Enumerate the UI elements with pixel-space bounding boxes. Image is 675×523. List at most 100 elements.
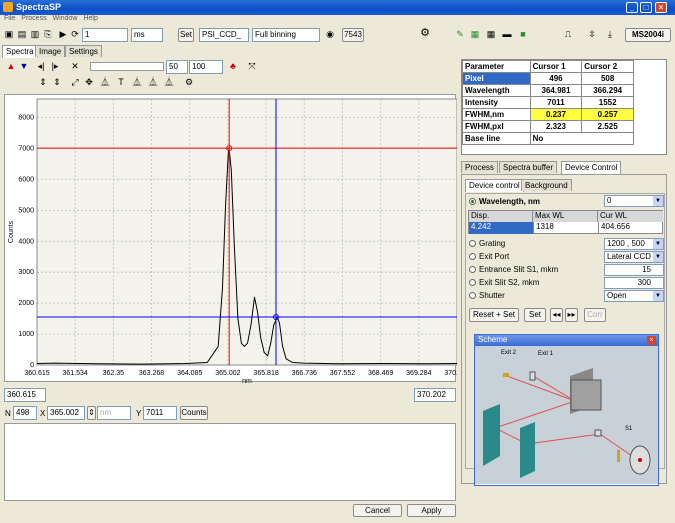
param-value[interactable]: 2.323: [529, 120, 583, 133]
exit-port-option[interactable]: Exit Port: [469, 252, 509, 261]
reset-set-button[interactable]: Reset + Set: [469, 308, 519, 322]
wavelength-option[interactable]: Wavelength, nm: [469, 197, 540, 206]
slider[interactable]: [90, 62, 164, 71]
grating-option[interactable]: Grating: [469, 239, 505, 248]
set-button[interactable]: Set: [178, 28, 194, 42]
exit-slit-option[interactable]: Exit Slit S2, mkm: [469, 278, 539, 287]
peak3-icon[interactable]: ⏅: [148, 77, 158, 87]
log-area[interactable]: [4, 423, 456, 501]
param-value[interactable]: 0.257: [581, 108, 634, 121]
save-icon[interactable]: ▣: [4, 29, 14, 39]
disp-value[interactable]: 4.242: [469, 222, 533, 234]
play-icon[interactable]: ▶: [58, 29, 68, 39]
exit-port-select[interactable]: Lateral CCD ▼: [604, 251, 664, 263]
bar-icon[interactable]: ▬: [502, 29, 512, 39]
y-field[interactable]: 7011: [143, 406, 177, 420]
param-value[interactable]: 496: [529, 72, 583, 85]
camera-icon[interactable]: ◉: [325, 29, 335, 39]
arrow-down-icon[interactable]: ▼: [19, 61, 29, 71]
close-button[interactable]: ×: [655, 2, 667, 13]
param-value[interactable]: 1552: [581, 96, 634, 109]
grid-icon[interactable]: ▦: [486, 29, 496, 39]
peak-icon[interactable]: ⏅: [100, 77, 110, 87]
attach-icon[interactable]: ⎘: [43, 29, 53, 39]
minimize-button[interactable]: _: [626, 2, 638, 13]
shutter-select[interactable]: Open ▼: [604, 290, 664, 302]
prev-button[interactable]: ◂◂: [550, 308, 563, 322]
spectrum-chart[interactable]: 360.615 361.534 362.35 363.268 364.085 365.00…: [5, 95, 470, 385]
step-right-icon[interactable]: |▸: [50, 61, 60, 71]
curwl-value[interactable]: 404.656: [598, 222, 663, 234]
count-field[interactable]: 1: [82, 28, 128, 42]
x-min-field[interactable]: 360.615: [4, 388, 46, 402]
binning-select[interactable]: Full binning: [252, 28, 320, 42]
pen-icon[interactable]: ✎: [455, 29, 465, 39]
tab-spectra-buffer[interactable]: Spectra buffer: [499, 161, 558, 173]
zoom-v-icon[interactable]: ⇕: [38, 77, 48, 87]
settings-icon[interactable]: ⚙: [184, 77, 194, 87]
menu-item-file[interactable]: File: [4, 15, 15, 22]
color-icon[interactable]: ♣: [228, 61, 238, 71]
menu-item-window[interactable]: Window: [53, 15, 78, 22]
x-max-field[interactable]: 370.202: [414, 388, 456, 402]
entrance-slit-option[interactable]: Entrance Slit S1, mkm: [469, 265, 558, 274]
export-icon[interactable]: ■: [518, 29, 528, 39]
tab-background[interactable]: Background: [521, 179, 572, 191]
signal-icon[interactable]: ⎍: [563, 29, 573, 39]
shutter-option[interactable]: Shutter: [469, 291, 505, 300]
tab-image[interactable]: Image: [35, 45, 66, 57]
maxwl-value[interactable]: 1318: [533, 222, 598, 234]
arrow-up-icon[interactable]: ▲: [6, 61, 16, 71]
x-field[interactable]: 365.002: [47, 406, 85, 420]
layers-icon[interactable]: ▦: [470, 29, 480, 39]
copy-icon[interactable]: ▥: [30, 29, 40, 39]
param-value[interactable]: 0.237: [529, 108, 583, 121]
wavelength-select[interactable]: 0 ▼: [604, 195, 664, 207]
peak2-icon[interactable]: ⏅: [132, 77, 142, 87]
spectrum-plot[interactable]: 360.615 361.534 362.35 363.268 364.085 365.00…: [4, 94, 470, 385]
param-value[interactable]: 366.294: [581, 84, 634, 97]
units-button[interactable]: Counts: [180, 406, 208, 420]
spin-icon[interactable]: ⇕: [87, 406, 96, 420]
corr-button[interactable]: Corr: [584, 308, 606, 322]
move-icon[interactable]: ✥: [84, 77, 94, 87]
scale-icon[interactable]: ⤧: [247, 61, 257, 71]
grating-select[interactable]: 1200 , 500 ▼: [604, 238, 664, 250]
cancel-button[interactable]: Cancel: [353, 504, 402, 517]
cross-icon[interactable]: ✕: [70, 61, 80, 71]
maximize-button[interactable]: □: [640, 2, 652, 13]
unit-select[interactable]: ms: [131, 28, 163, 42]
tab-device-control[interactable]: Device Control: [561, 161, 622, 174]
menu-item-help[interactable]: Help: [83, 15, 97, 22]
range-from-field[interactable]: 50: [166, 60, 188, 74]
gear-icon[interactable]: ⚙: [420, 28, 430, 39]
next-button[interactable]: ▸▸: [565, 308, 578, 322]
param-value[interactable]: 7011: [529, 96, 583, 109]
align-icon[interactable]: ⇳: [587, 29, 597, 39]
fit-icon[interactable]: ⤢: [70, 77, 80, 87]
range-to-field[interactable]: 100: [189, 60, 223, 74]
print-icon[interactable]: ▤: [17, 29, 27, 39]
camera-select[interactable]: PSI_CCD_: [199, 28, 249, 42]
menu-item-process[interactable]: Process: [21, 15, 46, 22]
repeat-icon[interactable]: ⟳: [70, 29, 80, 39]
text-icon[interactable]: T: [116, 77, 126, 87]
set-device-button[interactable]: Set: [524, 308, 546, 322]
tab-spectra[interactable]: Spectra: [2, 45, 38, 58]
entrance-slit-field[interactable]: 15: [604, 264, 664, 276]
scheme-close-icon[interactable]: ×: [647, 336, 656, 345]
compress-icon[interactable]: ⤓: [605, 29, 615, 39]
param-value[interactable]: 364.981: [529, 84, 583, 97]
peak4-icon[interactable]: ⏅: [164, 77, 174, 87]
zoom-v2-icon[interactable]: ⇕: [52, 77, 62, 87]
param-value[interactable]: No: [529, 132, 635, 145]
apply-button[interactable]: Apply: [407, 504, 456, 517]
step-left-icon[interactable]: ◂|: [36, 61, 46, 71]
tab-settings[interactable]: Settings: [65, 45, 102, 57]
tab-process[interactable]: Process: [461, 161, 498, 173]
unit-field[interactable]: nm: [97, 406, 131, 420]
tab-device-control-sub[interactable]: Device control: [465, 179, 524, 192]
param-value[interactable]: 2.525: [581, 120, 634, 133]
exit-slit-field[interactable]: 300: [604, 277, 664, 289]
param-value[interactable]: 508: [581, 72, 634, 85]
